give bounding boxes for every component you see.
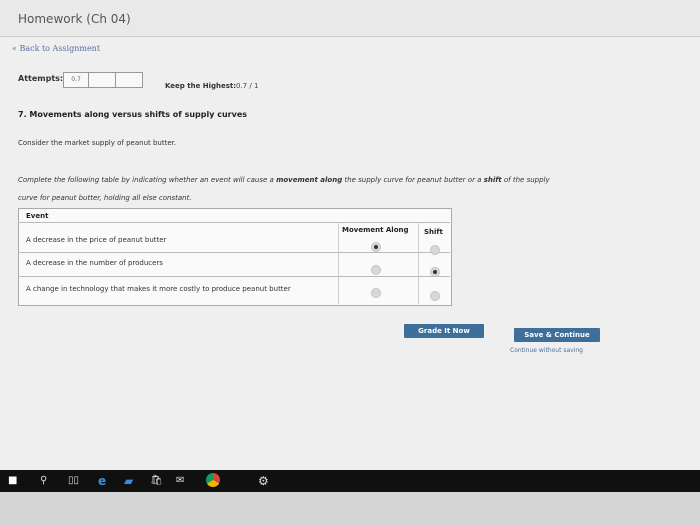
attempt-box-2 (88, 72, 116, 88)
row-2-shift-radio[interactable] (430, 267, 440, 277)
attempts-boxes: 0.7 (63, 72, 143, 88)
desk-surface (0, 492, 700, 525)
row-2-movement-radio[interactable] (371, 265, 381, 275)
row-3-movement-radio[interactable] (371, 288, 381, 298)
windows-icon[interactable]: ■ (8, 474, 17, 488)
title-bar: Homework (Ch 04) (0, 0, 700, 37)
instructions-line-1: Complete the following table by indicati… (18, 176, 550, 184)
question-prompt: Consider the market supply of peanut but… (18, 139, 177, 147)
instr-shift: shift (483, 176, 502, 184)
row-3-shift-radio[interactable] (430, 291, 440, 301)
question-title: 7. Movements along versus shifts of supp… (18, 110, 247, 119)
search-icon[interactable]: ⚲ (40, 474, 47, 488)
taskbar: ■ ⚲ ▯▯ e ▰ 🛍 ✉ ⚙ (0, 470, 700, 492)
row-divider-2 (18, 276, 450, 277)
instr-text-1: Complete the following table by indicati… (18, 176, 277, 184)
table-row-2-event: A decrease in the number of producers (26, 259, 163, 267)
attempt-box-3 (115, 72, 143, 88)
instr-text-2: the supply curve for peanut butter or a (342, 176, 484, 184)
row-divider-1 (18, 252, 450, 253)
task-view-icon[interactable]: ▯▯ (68, 474, 79, 488)
edge-icon[interactable]: e (98, 474, 106, 488)
header-movement-along: Movement Along (342, 226, 409, 234)
instr-movement-along: movement along (276, 176, 343, 184)
instructions-line-2: curve for peanut butter, holding all els… (18, 194, 192, 202)
continue-without-saving-link[interactable]: Continue without saving (510, 347, 583, 354)
header-shift: Shift (424, 228, 443, 236)
page-title: Homework (Ch 04) (18, 12, 131, 26)
column-divider-1 (338, 222, 339, 304)
table-row-3-event: A change in technology that makes it mor… (26, 285, 291, 293)
save-continue-button[interactable]: Save & Continue (514, 328, 600, 342)
attempt-box-1: 0.7 (63, 72, 89, 88)
chrome-icon[interactable] (206, 473, 220, 487)
instr-text-3: of the supply (501, 176, 550, 184)
settings-icon[interactable]: ⚙ (258, 474, 269, 488)
grade-it-now-button[interactable]: Grade It Now (404, 324, 484, 338)
back-to-assignment-link[interactable]: « Back to Assignment (12, 44, 100, 53)
mail-icon[interactable]: ✉ (176, 474, 184, 488)
attempts-label: Attempts: (18, 74, 64, 83)
row-1-movement-radio[interactable] (371, 242, 381, 252)
column-divider-2 (418, 222, 419, 304)
keep-highest-label: Keep the Highest: (165, 82, 237, 90)
screen: Homework (Ch 04) « Back to Assignment At… (0, 0, 700, 470)
header-event: Event (26, 212, 49, 220)
table-row-1-event: A decrease in the price of peanut butter (26, 236, 167, 244)
store-icon[interactable]: 🛍 (150, 474, 163, 488)
header-divider (18, 222, 450, 223)
row-1-shift-radio[interactable] (430, 245, 440, 255)
keep-highest-value: 0.7 / 1 (236, 82, 259, 90)
photos-icon[interactable]: ▰ (124, 474, 133, 488)
